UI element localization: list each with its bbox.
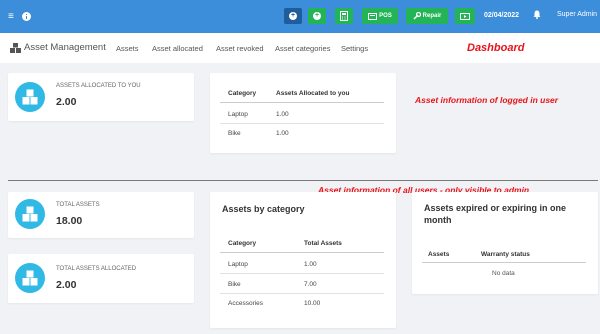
table-cell: Laptop	[228, 111, 248, 118]
assets-avatar	[15, 263, 45, 293]
total-allocated-label: TOTAL ASSETS ALLOCATED	[56, 266, 137, 272]
current-date: 02/04/2022	[484, 12, 520, 19]
add-new-button[interactable]: +	[308, 8, 326, 24]
dashboard-annotation: Dashboard	[467, 42, 525, 54]
table-cell: Bike	[228, 281, 241, 288]
cash-register-icon	[368, 12, 378, 20]
assets-avatar	[15, 199, 45, 229]
plus-circle-icon: +	[313, 12, 321, 20]
assets-avatar	[15, 82, 45, 112]
empty-table-text: No data	[492, 270, 515, 277]
table-header-total: Total Assets	[304, 240, 342, 247]
brand-title: Asset Management	[24, 42, 106, 53]
calculator-button[interactable]	[335, 8, 353, 24]
brand[interactable]: Asset Management	[10, 42, 106, 53]
table-header-divider	[422, 262, 586, 263]
table-cell: 1.00	[276, 130, 289, 137]
pos-button[interactable]: POS	[362, 8, 398, 24]
nav-settings[interactable]: Settings	[341, 44, 368, 53]
calculator-icon	[340, 11, 348, 21]
allocated-to-you-value: 2.00	[56, 96, 77, 108]
allocated-to-you-label: ASSETS ALLOCATED TO YOU	[56, 83, 141, 89]
repair-button[interactable]: Repair	[406, 8, 448, 24]
nav-assets[interactable]: Assets	[116, 44, 139, 53]
video-button[interactable]	[455, 8, 475, 24]
table-header-assets: Assets	[428, 251, 450, 258]
nav-asset-revoked[interactable]: Asset revoked	[216, 44, 264, 53]
table-header-category: Category	[228, 240, 257, 247]
section-separator	[8, 180, 598, 181]
table-cell: 10.00	[304, 300, 321, 307]
table-cell: 7.00	[304, 281, 317, 288]
table-cell: 1.00	[304, 261, 317, 268]
table-header-category: Category	[228, 90, 257, 97]
logged-in-user-annotation: Asset information of logged in user	[415, 95, 559, 105]
boxes-icon	[22, 270, 38, 286]
user-menu[interactable]: Super Admin	[557, 11, 597, 18]
table-header-divider	[220, 102, 384, 103]
table-cell: Accessories	[228, 300, 264, 307]
nav-asset-allocated[interactable]: Asset allocated	[152, 44, 203, 53]
table-header-allocated: Assets Allocated to you	[276, 90, 350, 97]
total-allocated-value: 2.00	[56, 279, 77, 291]
table-row-divider	[220, 123, 384, 124]
table-header-warranty: Warranty status	[481, 251, 530, 258]
total-assets-label: TOTAL ASSETS	[56, 202, 100, 208]
nav-asset-categories[interactable]: Asset categories	[275, 44, 330, 53]
video-icon	[460, 12, 470, 20]
assets-by-category-title: Assets by category	[222, 204, 305, 214]
info-icon[interactable]	[22, 12, 31, 21]
total-assets-value: 18.00	[56, 215, 83, 227]
pos-label: POS	[379, 13, 392, 19]
menu-icon[interactable]: ≡	[8, 10, 14, 24]
wrench-icon	[413, 12, 421, 20]
table-header-divider	[220, 252, 384, 253]
bell-icon[interactable]	[533, 10, 541, 19]
boxes-icon	[22, 89, 38, 105]
table-row-divider	[220, 293, 384, 294]
expiring-assets-title: Assets expired or expiring in one month	[424, 203, 567, 225]
table-row-divider	[220, 273, 384, 274]
table-cell: 1.00	[276, 111, 289, 118]
boxes-icon	[22, 206, 38, 222]
table-cell: Laptop	[228, 261, 248, 268]
boxes-icon	[10, 42, 21, 53]
repair-label: Repair	[422, 13, 442, 19]
plus-circle-icon: +	[289, 12, 297, 20]
table-cell: Bike	[228, 130, 241, 137]
add-button[interactable]: +	[284, 8, 302, 24]
